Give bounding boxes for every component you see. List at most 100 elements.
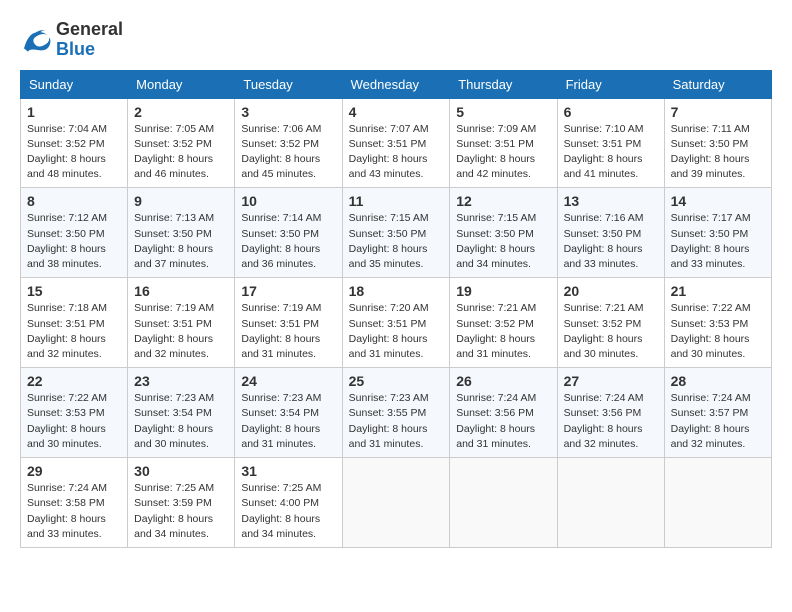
day-number: 2 [134,104,228,120]
logo-text: General Blue [56,20,123,60]
calendar-cell: 12 Sunrise: 7:15 AM Sunset: 3:50 PM Dayl… [450,188,557,278]
day-detail: Sunrise: 7:24 AM Sunset: 3:56 PM Dayligh… [456,391,550,452]
day-detail: Sunrise: 7:21 AM Sunset: 3:52 PM Dayligh… [564,301,658,362]
calendar-cell: 23 Sunrise: 7:23 AM Sunset: 3:54 PM Dayl… [128,368,235,458]
calendar-cell: 24 Sunrise: 7:23 AM Sunset: 3:54 PM Dayl… [235,368,342,458]
day-number: 19 [456,283,550,299]
day-number: 27 [564,373,658,389]
day-number: 21 [671,283,765,299]
calendar-cell: 3 Sunrise: 7:06 AM Sunset: 3:52 PM Dayli… [235,98,342,188]
column-header-sunday: Sunday [21,70,128,98]
calendar-week-row: 8 Sunrise: 7:12 AM Sunset: 3:50 PM Dayli… [21,188,772,278]
day-detail: Sunrise: 7:24 AM Sunset: 3:58 PM Dayligh… [27,481,121,542]
calendar-cell: 7 Sunrise: 7:11 AM Sunset: 3:50 PM Dayli… [664,98,771,188]
day-number: 30 [134,463,228,479]
column-header-friday: Friday [557,70,664,98]
day-detail: Sunrise: 7:24 AM Sunset: 3:56 PM Dayligh… [564,391,658,452]
day-number: 14 [671,193,765,209]
day-number: 1 [27,104,121,120]
calendar-cell: 27 Sunrise: 7:24 AM Sunset: 3:56 PM Dayl… [557,368,664,458]
calendar-cell: 1 Sunrise: 7:04 AM Sunset: 3:52 PM Dayli… [21,98,128,188]
day-detail: Sunrise: 7:22 AM Sunset: 3:53 PM Dayligh… [671,301,765,362]
day-detail: Sunrise: 7:23 AM Sunset: 3:54 PM Dayligh… [134,391,228,452]
calendar-cell [557,458,664,548]
calendar-cell: 31 Sunrise: 7:25 AM Sunset: 4:00 PM Dayl… [235,458,342,548]
day-number: 23 [134,373,228,389]
day-number: 25 [349,373,444,389]
day-number: 9 [134,193,228,209]
day-number: 18 [349,283,444,299]
day-detail: Sunrise: 7:22 AM Sunset: 3:53 PM Dayligh… [27,391,121,452]
calendar-cell: 10 Sunrise: 7:14 AM Sunset: 3:50 PM Dayl… [235,188,342,278]
calendar-cell: 6 Sunrise: 7:10 AM Sunset: 3:51 PM Dayli… [557,98,664,188]
day-detail: Sunrise: 7:23 AM Sunset: 3:54 PM Dayligh… [241,391,335,452]
day-detail: Sunrise: 7:14 AM Sunset: 3:50 PM Dayligh… [241,211,335,272]
calendar-table: SundayMondayTuesdayWednesdayThursdayFrid… [20,70,772,548]
day-detail: Sunrise: 7:15 AM Sunset: 3:50 PM Dayligh… [456,211,550,272]
calendar-cell: 29 Sunrise: 7:24 AM Sunset: 3:58 PM Dayl… [21,458,128,548]
day-detail: Sunrise: 7:16 AM Sunset: 3:50 PM Dayligh… [564,211,658,272]
day-detail: Sunrise: 7:20 AM Sunset: 3:51 PM Dayligh… [349,301,444,362]
day-detail: Sunrise: 7:19 AM Sunset: 3:51 PM Dayligh… [241,301,335,362]
day-detail: Sunrise: 7:11 AM Sunset: 3:50 PM Dayligh… [671,122,765,183]
day-detail: Sunrise: 7:15 AM Sunset: 3:50 PM Dayligh… [349,211,444,272]
day-detail: Sunrise: 7:10 AM Sunset: 3:51 PM Dayligh… [564,122,658,183]
day-detail: Sunrise: 7:13 AM Sunset: 3:50 PM Dayligh… [134,211,228,272]
day-number: 31 [241,463,335,479]
calendar-cell: 15 Sunrise: 7:18 AM Sunset: 3:51 PM Dayl… [21,278,128,368]
day-detail: Sunrise: 7:09 AM Sunset: 3:51 PM Dayligh… [456,122,550,183]
calendar-week-row: 29 Sunrise: 7:24 AM Sunset: 3:58 PM Dayl… [21,458,772,548]
day-number: 16 [134,283,228,299]
day-number: 4 [349,104,444,120]
calendar-cell: 28 Sunrise: 7:24 AM Sunset: 3:57 PM Dayl… [664,368,771,458]
calendar-week-row: 1 Sunrise: 7:04 AM Sunset: 3:52 PM Dayli… [21,98,772,188]
day-detail: Sunrise: 7:25 AM Sunset: 4:00 PM Dayligh… [241,481,335,542]
calendar-cell: 20 Sunrise: 7:21 AM Sunset: 3:52 PM Dayl… [557,278,664,368]
day-detail: Sunrise: 7:24 AM Sunset: 3:57 PM Dayligh… [671,391,765,452]
calendar-cell: 2 Sunrise: 7:05 AM Sunset: 3:52 PM Dayli… [128,98,235,188]
calendar-cell: 26 Sunrise: 7:24 AM Sunset: 3:56 PM Dayl… [450,368,557,458]
calendar-cell: 18 Sunrise: 7:20 AM Sunset: 3:51 PM Dayl… [342,278,450,368]
day-number: 5 [456,104,550,120]
day-detail: Sunrise: 7:07 AM Sunset: 3:51 PM Dayligh… [349,122,444,183]
calendar-cell: 30 Sunrise: 7:25 AM Sunset: 3:59 PM Dayl… [128,458,235,548]
calendar-week-row: 22 Sunrise: 7:22 AM Sunset: 3:53 PM Dayl… [21,368,772,458]
day-number: 17 [241,283,335,299]
day-number: 28 [671,373,765,389]
calendar-cell: 4 Sunrise: 7:07 AM Sunset: 3:51 PM Dayli… [342,98,450,188]
calendar-cell: 9 Sunrise: 7:13 AM Sunset: 3:50 PM Dayli… [128,188,235,278]
day-number: 8 [27,193,121,209]
calendar-cell: 22 Sunrise: 7:22 AM Sunset: 3:53 PM Dayl… [21,368,128,458]
column-header-saturday: Saturday [664,70,771,98]
day-number: 24 [241,373,335,389]
calendar-header-row: SundayMondayTuesdayWednesdayThursdayFrid… [21,70,772,98]
calendar-cell: 5 Sunrise: 7:09 AM Sunset: 3:51 PM Dayli… [450,98,557,188]
day-number: 26 [456,373,550,389]
day-detail: Sunrise: 7:12 AM Sunset: 3:50 PM Dayligh… [27,211,121,272]
day-number: 3 [241,104,335,120]
day-number: 13 [564,193,658,209]
day-number: 10 [241,193,335,209]
column-header-tuesday: Tuesday [235,70,342,98]
calendar-cell: 11 Sunrise: 7:15 AM Sunset: 3:50 PM Dayl… [342,188,450,278]
day-detail: Sunrise: 7:21 AM Sunset: 3:52 PM Dayligh… [456,301,550,362]
day-detail: Sunrise: 7:05 AM Sunset: 3:52 PM Dayligh… [134,122,228,183]
day-number: 29 [27,463,121,479]
day-detail: Sunrise: 7:23 AM Sunset: 3:55 PM Dayligh… [349,391,444,452]
logo: General Blue [20,20,123,60]
day-number: 22 [27,373,121,389]
column-header-thursday: Thursday [450,70,557,98]
day-number: 11 [349,193,444,209]
calendar-week-row: 15 Sunrise: 7:18 AM Sunset: 3:51 PM Dayl… [21,278,772,368]
day-number: 15 [27,283,121,299]
day-number: 6 [564,104,658,120]
day-detail: Sunrise: 7:04 AM Sunset: 3:52 PM Dayligh… [27,122,121,183]
calendar-cell: 14 Sunrise: 7:17 AM Sunset: 3:50 PM Dayl… [664,188,771,278]
day-detail: Sunrise: 7:19 AM Sunset: 3:51 PM Dayligh… [134,301,228,362]
calendar-cell [342,458,450,548]
calendar-cell: 8 Sunrise: 7:12 AM Sunset: 3:50 PM Dayli… [21,188,128,278]
column-header-monday: Monday [128,70,235,98]
calendar-cell: 19 Sunrise: 7:21 AM Sunset: 3:52 PM Dayl… [450,278,557,368]
column-header-wednesday: Wednesday [342,70,450,98]
day-number: 12 [456,193,550,209]
